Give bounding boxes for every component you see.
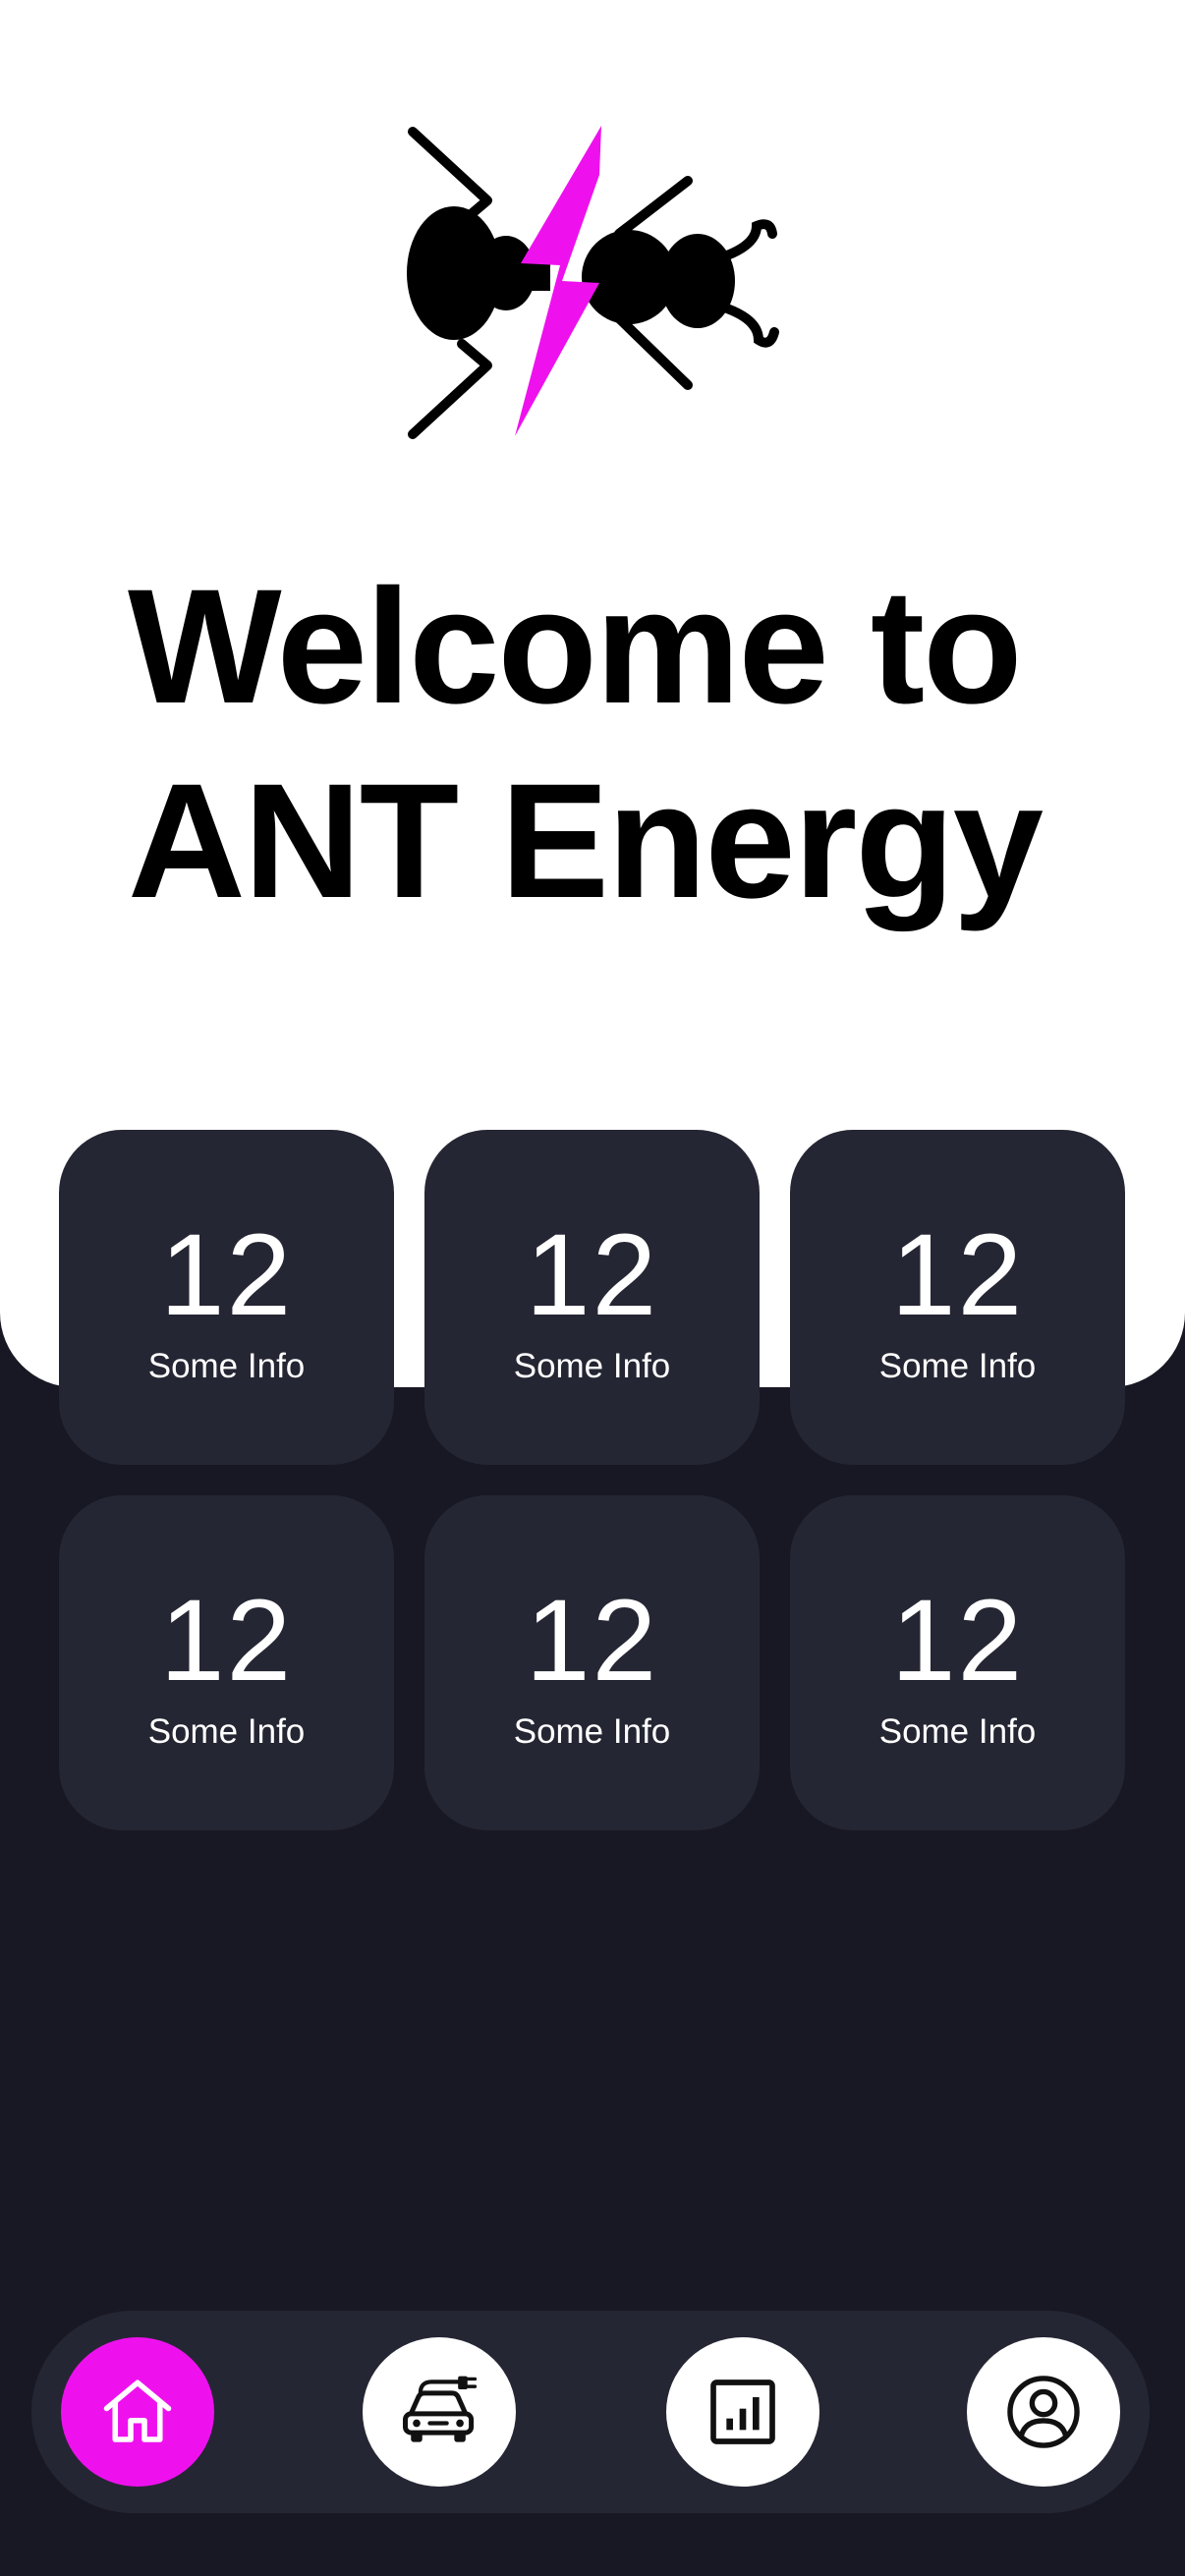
nav-charging-button[interactable] xyxy=(363,2337,516,2487)
nav-home-button[interactable] xyxy=(61,2337,214,2487)
stat-card[interactable]: 12 Some Info xyxy=(790,1130,1125,1465)
home-screen: Welcome to ANT Energy 12 Some Info 12 So… xyxy=(0,0,1185,2576)
stat-label: Some Info xyxy=(147,1346,306,1385)
ev-car-charging-icon xyxy=(403,2376,478,2442)
stat-value: 12 xyxy=(159,1575,294,1706)
nav-stats-button[interactable] xyxy=(666,2337,819,2487)
home-icon xyxy=(103,2380,172,2442)
stat-card[interactable]: 12 Some Info xyxy=(790,1495,1125,1830)
stat-value: 12 xyxy=(525,1209,659,1340)
stat-card[interactable]: 12 Some Info xyxy=(424,1130,760,1465)
stat-label: Some Info xyxy=(147,1711,306,1751)
nav-profile-button[interactable] xyxy=(967,2337,1120,2487)
stat-card[interactable]: 12 Some Info xyxy=(59,1130,394,1465)
stat-card[interactable]: 12 Some Info xyxy=(59,1495,394,1830)
welcome-line-1: Welcome to xyxy=(128,556,1023,738)
welcome-heading: Welcome to ANT Energy xyxy=(128,550,1110,939)
ant-lightning-logo-icon xyxy=(407,126,779,439)
bottom-nav-bar xyxy=(31,2311,1150,2513)
stat-value: 12 xyxy=(890,1209,1025,1340)
stat-label: Some Info xyxy=(878,1346,1037,1385)
welcome-line-2: ANT Energy xyxy=(128,751,1044,932)
stat-value: 12 xyxy=(890,1575,1025,1706)
stat-label: Some Info xyxy=(513,1711,671,1751)
user-profile-icon xyxy=(1007,2376,1080,2448)
stat-label: Some Info xyxy=(878,1711,1037,1751)
stat-label: Some Info xyxy=(513,1346,671,1385)
stat-value: 12 xyxy=(525,1575,659,1706)
stat-card[interactable]: 12 Some Info xyxy=(424,1495,760,1830)
bar-chart-icon xyxy=(710,2380,775,2444)
stats-grid: 12 Some Info 12 Some Info 12 Some Info 1… xyxy=(59,1130,1126,1830)
stat-value: 12 xyxy=(159,1209,294,1340)
